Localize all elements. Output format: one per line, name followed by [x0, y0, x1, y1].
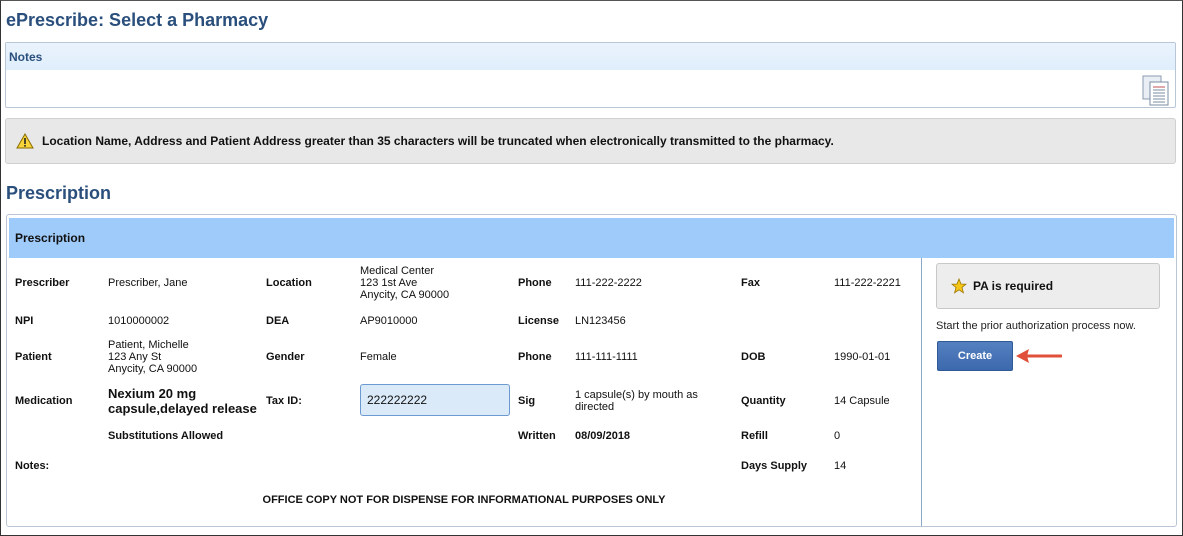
star-icon — [951, 278, 967, 294]
written-value: 08/09/2018 — [575, 430, 631, 442]
medication-value: Nexium 20 mg capsule,delayed release — [108, 386, 257, 416]
gender-value: Female — [360, 351, 397, 363]
refill-value: 0 — [834, 430, 841, 442]
dob-label: DOB — [741, 351, 766, 363]
notes-header: Notes — [6, 43, 1175, 70]
prescriber-label: Prescriber — [15, 277, 70, 289]
license-value: LN123456 — [575, 315, 626, 327]
location-value: Medical Center 123 1st Ave Anycity, CA 9… — [360, 265, 449, 301]
dea-value: AP9010000 — [360, 315, 418, 327]
pa-instruction: Start the prior authorization process no… — [936, 320, 1136, 332]
fax-label: Fax — [741, 277, 760, 289]
patient-value: Patient, Michelle 123 Any St Anycity, CA… — [108, 339, 197, 375]
sig-line-1: 1 capsule(s) by mouth as — [575, 389, 698, 401]
patient-line-1: Patient, Michelle — [108, 339, 189, 351]
npi-label: NPI — [15, 315, 34, 327]
tax-id-label: Tax ID: — [266, 395, 302, 407]
written-label: Written — [518, 430, 556, 442]
truncation-warning: Location Name, Address and Patient Addre… — [5, 118, 1176, 164]
prescriber-value: Prescriber, Jane — [108, 277, 188, 289]
notes-panel: Notes — [5, 42, 1176, 108]
location-line-1: Medical Center — [360, 265, 434, 277]
quantity-value: 14 Capsule — [834, 395, 890, 407]
red-arrow-icon — [1016, 349, 1062, 363]
phone-label: Phone — [518, 277, 552, 289]
dea-label: DEA — [266, 315, 290, 327]
days-supply-value: 14 — [834, 460, 847, 472]
office-copy-note: OFFICE COPY NOT FOR DISPENSE FOR INFORMA… — [262, 494, 666, 506]
pa-required-box: PA is required — [936, 263, 1160, 309]
warning-text: Location Name, Address and Patient Addre… — [42, 134, 834, 148]
section-title-prescription: Prescription — [6, 183, 112, 203]
license-label: License — [518, 315, 559, 327]
panel-divider — [921, 258, 922, 526]
medication-line-1: Nexium 20 mg — [108, 386, 197, 401]
quantity-label: Quantity — [741, 395, 786, 407]
phone-value: 111-222-2222 — [575, 277, 642, 289]
prescription-panel: Prescription Prescriber Prescriber, Jane… — [6, 214, 1177, 527]
pa-required-text: PA is required — [973, 279, 1054, 293]
location-line-2: 123 1st Ave — [360, 277, 418, 289]
location-line-3: Anycity, CA 90000 — [360, 289, 450, 301]
refill-label: Refill — [741, 430, 768, 442]
npi-value: 1010000002 — [108, 315, 170, 327]
sig-line-2: directed — [575, 401, 615, 413]
page-title: ePrescribe: Select a Pharmacy — [6, 10, 269, 30]
medication-label: Medication — [15, 395, 73, 407]
notes-document-icon[interactable] — [1141, 75, 1171, 107]
dob-value: 1990-01-01 — [834, 351, 891, 363]
patient-phone-value: 111-111-1111 — [575, 351, 638, 363]
prescription-header: Prescription — [9, 218, 1174, 258]
notes-label: Notes: — [15, 460, 50, 472]
sig-label: Sig — [518, 395, 536, 407]
gender-label: Gender — [266, 351, 305, 363]
warning-triangle-icon — [16, 133, 34, 149]
tax-id-input[interactable] — [360, 384, 510, 416]
substitutions-allowed: Substitutions Allowed — [108, 430, 224, 442]
create-pa-button[interactable]: Create — [937, 341, 1013, 371]
sig-value: 1 capsule(s) by mouth as directed — [575, 389, 698, 413]
patient-line-3: Anycity, CA 90000 — [108, 363, 198, 375]
days-supply-label: Days Supply — [741, 460, 808, 472]
location-label: Location — [266, 277, 312, 289]
medication-line-2: capsule,delayed release — [108, 401, 257, 416]
patient-label: Patient — [15, 351, 52, 363]
fax-value: 111-222-2221 — [834, 277, 901, 289]
patient-phone-label: Phone — [518, 351, 552, 363]
patient-line-2: 123 Any St — [108, 351, 162, 363]
